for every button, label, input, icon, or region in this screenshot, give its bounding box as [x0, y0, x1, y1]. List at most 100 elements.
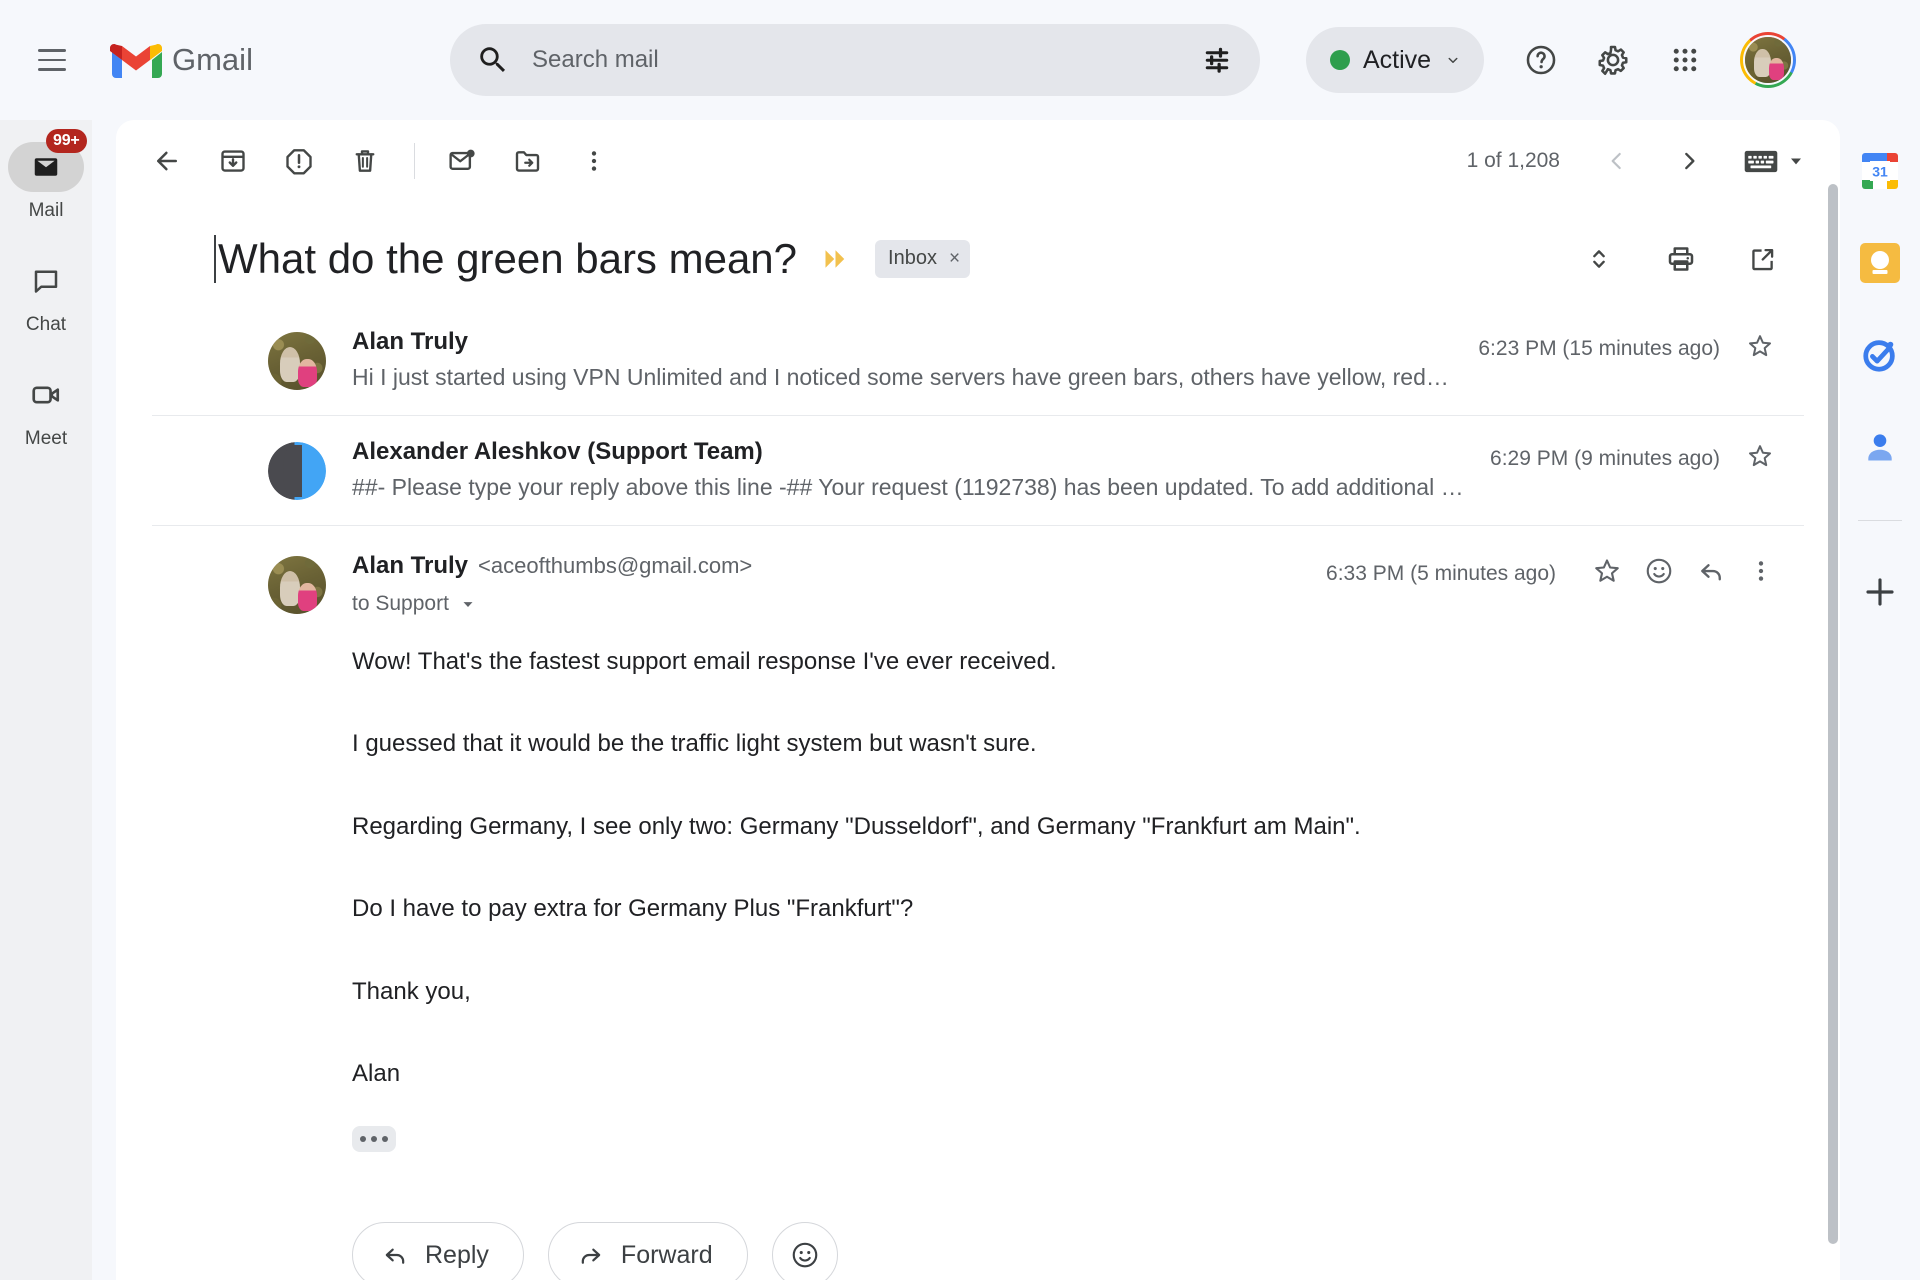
message-meta: 6:29 PM (9 minutes ago): [1490, 438, 1774, 475]
conversation-panel: 1 of 1,208 What do the green bars mean? …: [116, 120, 1840, 1280]
message-sender: Alan Truly: [352, 552, 469, 579]
forward-icon: [581, 1248, 601, 1265]
reply-button[interactable]: Reply: [352, 1222, 524, 1280]
message-body: Wow! That's the fastest support email re…: [152, 616, 1774, 1153]
message-preview: ##- Please type your reply above this li…: [352, 474, 1466, 500]
older-button[interactable]: [1588, 132, 1646, 190]
emoji-icon: [792, 1243, 817, 1268]
keyboard-icon: [1744, 150, 1778, 172]
google-apps-icon[interactable]: [1656, 31, 1714, 89]
message-meta: 6:23 PM (15 minutes ago): [1478, 328, 1774, 365]
message-timestamp: 6:23 PM (15 minutes ago): [1478, 336, 1720, 360]
message-footer-actions: Reply Forward: [152, 1152, 1774, 1280]
body-row: 99+ Mail Chat Meet 1 of 1,208 What do th…: [0, 120, 1920, 1280]
delete-button[interactable]: [336, 132, 394, 190]
body-paragraph: Do I have to pay extra for Germany Plus …: [352, 895, 914, 923]
main-menu-button[interactable]: [22, 30, 82, 90]
reply-button-label: Reply: [425, 1240, 489, 1269]
help-icon[interactable]: [1512, 31, 1570, 89]
archive-button[interactable]: [204, 132, 262, 190]
close-icon[interactable]: ×: [949, 249, 960, 268]
star-icon[interactable]: [1746, 442, 1774, 475]
sidebar-item-chat[interactable]: Chat: [0, 256, 92, 336]
svg-text:31: 31: [1872, 164, 1888, 180]
google-contacts-icon[interactable]: [1857, 424, 1903, 470]
forward-button-label: Forward: [620, 1240, 713, 1269]
mail-icon: [34, 158, 58, 176]
side-panel-rail: 31: [1840, 120, 1920, 1280]
open-in-new-window-icon[interactable]: [1734, 230, 1792, 288]
sidebar-item-mail[interactable]: 99+ Mail: [0, 129, 92, 222]
ellipsis-dot: [371, 1136, 377, 1143]
input-tools-button[interactable]: [1744, 150, 1806, 173]
sender-line: Alan Truly <aceofthumbs@gmail.com>: [352, 552, 752, 580]
pagination-count: 1 of 1,208: [1466, 149, 1560, 172]
google-keep-icon[interactable]: [1857, 240, 1903, 286]
chevron-down-icon: [1444, 51, 1462, 69]
bulb-icon: [1871, 251, 1889, 269]
google-tasks-icon[interactable]: [1857, 332, 1903, 378]
star-icon[interactable]: [1746, 332, 1774, 365]
star-icon[interactable]: [1592, 556, 1622, 591]
move-to-button[interactable]: [499, 132, 557, 190]
account-avatar[interactable]: [1740, 32, 1797, 88]
message-toolbar: 1 of 1,208: [116, 120, 1840, 202]
body-paragraph: Wow! That's the fastest support email re…: [352, 648, 1057, 675]
mark-unread-button[interactable]: [433, 132, 491, 190]
print-icon[interactable]: [1652, 230, 1710, 288]
conversation-pane: 1 of 1,208 What do the green bars mean? …: [92, 120, 1840, 1280]
avatar-photo-person-2: [298, 358, 317, 387]
label-chip-inbox[interactable]: Inbox ×: [875, 240, 971, 278]
message-summary: Alan Truly Hi I just started using VPN U…: [352, 328, 1454, 391]
subject-row: What do the green bars mean? Inbox ×: [116, 202, 1840, 306]
gmail-logo-icon: [110, 40, 162, 80]
message-collapsed[interactable]: Alexander Aleshkov (Support Team) ##- Pl…: [152, 416, 1804, 526]
show-trimmed-content-button[interactable]: [352, 1126, 396, 1153]
gmail-app: Gmail Active: [0, 0, 1920, 1280]
message-header: Alan Truly <aceofthumbs@gmail.com> to Su…: [152, 552, 1774, 616]
recipient-details-toggle[interactable]: to Support: [352, 592, 752, 616]
gmail-logo-link[interactable]: Gmail: [110, 40, 350, 80]
vertical-scrollbar[interactable]: [1826, 184, 1840, 1280]
message-collapsed[interactable]: Alan Truly Hi I just started using VPN U…: [152, 306, 1804, 416]
chat-icon: [34, 270, 58, 293]
ellipsis-dot: [360, 1136, 366, 1143]
left-app-rail: 99+ Mail Chat Meet: [0, 120, 92, 1280]
message-sender: Alexander Aleshkov (Support Team): [352, 438, 763, 465]
meet-icon-wrap: [8, 370, 84, 420]
search-bar[interactable]: [450, 24, 1260, 96]
avatar-photo: [1743, 35, 1794, 85]
status-pill[interactable]: Active: [1306, 27, 1485, 93]
reply-icon: [385, 1248, 405, 1265]
menu-line: [38, 58, 66, 62]
settings-gear-icon[interactable]: [1584, 31, 1642, 89]
search-input[interactable]: [532, 46, 1200, 74]
avatar-photo-person-2: [298, 582, 317, 611]
forward-button[interactable]: Forward: [547, 1222, 748, 1280]
mail-icon-wrap: 99+: [8, 129, 87, 192]
back-button[interactable]: [138, 132, 196, 190]
add-reaction-button[interactable]: [771, 1222, 838, 1280]
report-spam-button[interactable]: [270, 132, 328, 190]
more-options-button[interactable]: [565, 132, 623, 190]
reply-icon[interactable]: [1696, 556, 1726, 591]
sidebar-item-meet[interactable]: Meet: [0, 370, 92, 450]
label-chip-text: Inbox: [888, 247, 937, 269]
emoji-reaction-icon[interactable]: [1644, 556, 1674, 591]
page-title: What do the green bars mean?: [214, 234, 797, 284]
message-summary: Alexander Aleshkov (Support Team) ##- Pl…: [352, 438, 1466, 501]
status-label: Active: [1363, 45, 1432, 74]
avatar: [268, 332, 326, 390]
body-paragraph: Alan: [352, 1059, 401, 1087]
google-calendar-icon[interactable]: 31: [1857, 148, 1903, 194]
more-options-icon[interactable]: [1748, 558, 1774, 589]
newer-button[interactable]: [1660, 132, 1718, 190]
scrollbar-thumb[interactable]: [1828, 184, 1838, 1244]
chevron-down-icon: [463, 602, 473, 607]
search-options-icon[interactable]: [1200, 45, 1234, 75]
collapse-all-button[interactable]: [1570, 230, 1628, 288]
add-apps-icon[interactable]: [1857, 569, 1903, 615]
ellipsis-dot: [382, 1136, 388, 1143]
menu-line: [38, 49, 66, 52]
important-marker-icon[interactable]: [823, 246, 853, 272]
